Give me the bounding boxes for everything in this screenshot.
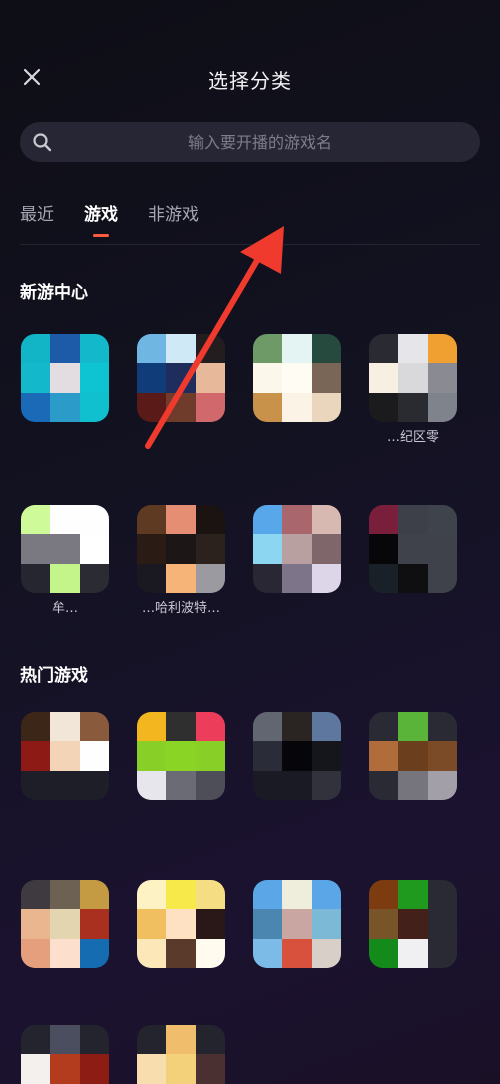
search-input[interactable]	[20, 122, 480, 162]
tab-recent[interactable]: 最近	[20, 200, 54, 240]
new-game-item[interactable]	[15, 334, 115, 426]
new-game-item[interactable]: …哈利波特…	[131, 505, 231, 616]
hot-game-item[interactable]	[363, 880, 463, 972]
section-title-hot-games: 热门游戏	[20, 666, 88, 686]
game-icon	[21, 505, 109, 593]
game-icon	[137, 334, 225, 422]
tab-games-label: 游戏	[84, 205, 118, 225]
new-game-item[interactable]	[247, 334, 347, 426]
game-name: 牟…	[51, 601, 78, 616]
hot-game-item[interactable]	[131, 712, 231, 804]
game-icon	[21, 1025, 109, 1084]
game-icon	[369, 712, 457, 800]
game-icon	[21, 334, 109, 422]
game-name: …纪区零	[386, 430, 439, 445]
game-icon	[137, 712, 225, 800]
tab-non-games[interactable]: 非游戏	[148, 200, 199, 240]
game-icon	[253, 505, 341, 593]
section-title-new-games: 新游中心	[20, 283, 88, 303]
game-icon	[253, 334, 341, 422]
header: 选择分类	[0, 55, 500, 101]
tab-non-games-label: 非游戏	[148, 205, 199, 225]
category-select-screen: 选择分类 最近 游戏 非游戏 新游中心 …纪区零牟… …哈利波特… 热门游戏	[0, 0, 500, 1084]
tab-games[interactable]: 游戏	[84, 200, 118, 240]
game-name: …哈利波特…	[141, 601, 220, 616]
hot-game-item[interactable]	[247, 712, 347, 804]
hot-game-item[interactable]	[15, 1025, 115, 1084]
hot-game-item[interactable]	[131, 1025, 231, 1084]
game-icon	[369, 880, 457, 968]
game-icon	[137, 1025, 225, 1084]
hot-game-item[interactable]	[247, 880, 347, 972]
tabs-divider	[20, 244, 480, 245]
search-icon	[33, 133, 52, 152]
new-game-item[interactable]	[131, 334, 231, 426]
page-title: 选择分类	[208, 69, 292, 93]
game-icon	[369, 334, 457, 422]
game-icon	[369, 505, 457, 593]
new-game-item[interactable]	[363, 505, 463, 597]
hot-game-item[interactable]	[363, 712, 463, 804]
game-icon	[253, 712, 341, 800]
game-icon	[137, 880, 225, 968]
hot-game-item[interactable]	[15, 880, 115, 972]
search-bar[interactable]	[20, 122, 480, 162]
new-game-item[interactable]: …纪区零	[363, 334, 463, 445]
hot-game-item[interactable]	[15, 712, 115, 804]
game-icon	[21, 712, 109, 800]
game-icon	[137, 505, 225, 593]
new-game-item[interactable]	[247, 505, 347, 597]
game-icon	[253, 880, 341, 968]
active-tab-indicator	[93, 234, 109, 237]
category-tabs: 最近 游戏 非游戏	[20, 200, 229, 240]
game-icon	[21, 880, 109, 968]
hot-game-item[interactable]	[131, 880, 231, 972]
new-game-item[interactable]: 牟…	[15, 505, 115, 616]
tab-recent-label: 最近	[20, 205, 54, 225]
